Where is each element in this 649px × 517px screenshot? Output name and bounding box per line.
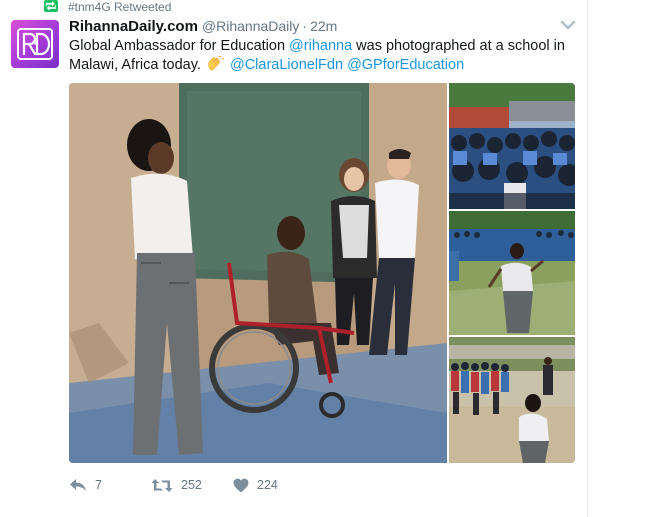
display-name[interactable]: RihannaDaily.com [69,18,198,35]
tweet-header: RihannaDaily.com @RihannaDaily · 22m [69,18,337,35]
heart-icon [233,478,249,492]
separator-dot: · [302,18,308,34]
media-grid [69,83,575,463]
retweet-count: 252 [181,478,202,492]
photo-schoolyard[interactable] [449,211,575,335]
tweet-card[interactable]: #tnm4G Retweeted RihannaDaily.com @Rihan… [0,0,588,517]
retweet-context[interactable]: #tnm4G Retweeted [44,0,171,14]
right-gutter [589,0,649,517]
reply-button[interactable]: 7 [69,474,151,496]
mention-link[interactable]: @ClaraLionelFdn [230,57,343,73]
retweet-button[interactable]: 252 [151,474,233,496]
mention-link[interactable]: @GPforEducation [347,57,464,73]
reply-icon [70,479,86,491]
photo-crowd[interactable] [449,83,575,209]
rd-logo-icon [17,28,53,60]
retweet-icon [151,478,173,492]
tweet-text-part: Global Ambassador for Education [69,38,290,54]
tweet-actions: 7 252 224 [69,474,323,496]
retweeted-by-label: #tnm4G Retweeted [68,0,172,14]
like-count: 224 [257,478,278,492]
mention-link[interactable]: @rihanna [289,38,352,54]
timestamp[interactable]: 22m [310,18,337,34]
photo-classroom[interactable] [69,83,447,463]
reply-count: 7 [95,478,102,492]
user-handle[interactable]: @RihannaDaily [202,18,299,34]
chevron-down-icon[interactable] [560,19,576,31]
retweet-icon [44,0,58,12]
tweet-text: Global Ambassador for Education @rihanna… [69,37,574,75]
avatar[interactable] [11,20,59,68]
clapping-hands-icon [208,56,224,71]
like-button[interactable]: 224 [233,474,323,496]
photo-students-outdoors[interactable] [449,337,575,463]
